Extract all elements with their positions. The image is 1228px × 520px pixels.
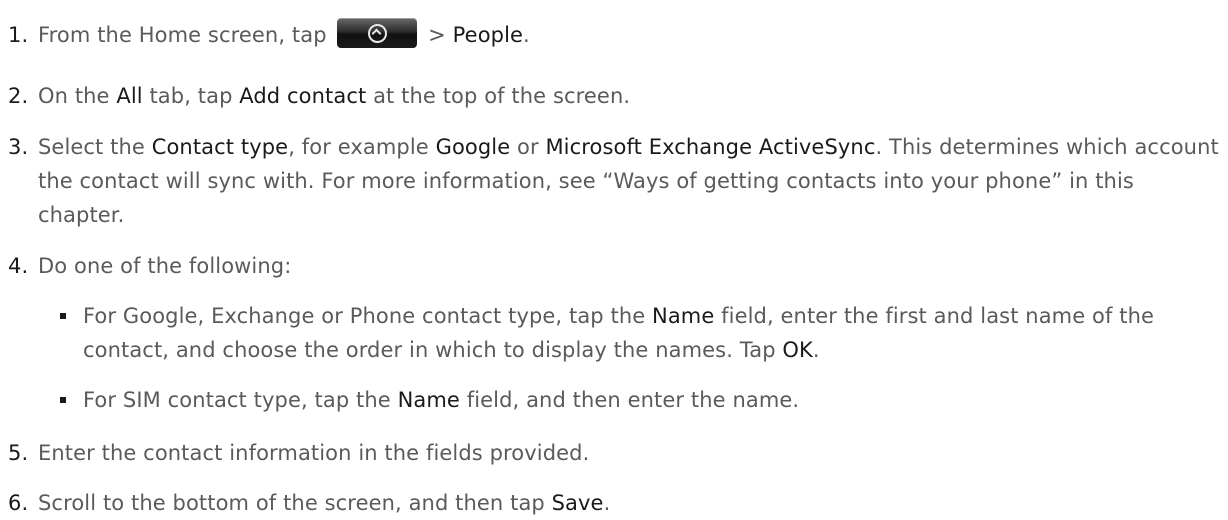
step-4: 4. Do one of the following: <box>8 249 1224 283</box>
step-text: On the All tab, tap Add contact at the t… <box>38 84 631 108</box>
step-number: 6. <box>8 491 29 515</box>
step-text: Enter the contact information in the fie… <box>38 441 590 465</box>
step-text: Scroll to the bottom of the screen, and … <box>38 491 611 515</box>
list-item-text: For SIM contact type, tap the Name field… <box>83 388 800 412</box>
step-2: 2. On the All tab, tap Add contact at th… <box>8 79 1224 113</box>
list-item-text: For Google, Exchange or Phone contact ty… <box>83 304 1155 362</box>
step-text: Do one of the following: <box>38 254 292 278</box>
step-1: 1. From the Home screen, tap > People. <box>8 18 1224 52</box>
step-text: From the Home screen, tap > People. <box>38 18 1224 52</box>
step-number: 1. <box>8 23 29 47</box>
step-3: 3. Select the Contact type, for example … <box>8 130 1224 232</box>
home-button-icon <box>337 18 418 48</box>
step-5: 5. Enter the contact information in the … <box>8 436 1224 470</box>
step-text: Select the Contact type, for example Goo… <box>38 135 1219 227</box>
step-number: 5. <box>8 441 29 465</box>
step-number: 2. <box>8 84 29 108</box>
bullet-icon <box>60 313 66 319</box>
step-number: 4. <box>8 254 29 278</box>
list-item: For SIM contact type, tap the Name field… <box>56 383 1224 417</box>
bullet-icon <box>60 397 66 403</box>
step-number: 3. <box>8 135 29 159</box>
list-item: For Google, Exchange or Phone contact ty… <box>56 299 1224 367</box>
step-6: 6. Scroll to the bottom of the screen, a… <box>8 486 1224 520</box>
